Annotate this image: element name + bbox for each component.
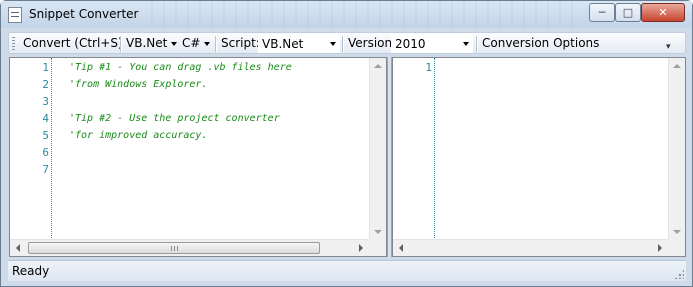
snippet-converter-window: Snippet Converter ─ □ ✕ Convert (Ctrl+S)… (0, 0, 693, 287)
conversion-options-button[interactable]: Conversion Options (482, 36, 599, 50)
code-line[interactable] (69, 93, 292, 110)
script-label: Script: (221, 36, 260, 50)
converted-code-editor[interactable]: 1 (392, 57, 686, 257)
minimize-button[interactable]: ─ (589, 3, 615, 22)
scroll-right-icon[interactable] (658, 244, 662, 252)
code-line[interactable] (69, 144, 292, 161)
maximize-button[interactable]: □ (615, 3, 641, 22)
status-bar: Ready (8, 260, 686, 281)
line-number-gutter: 1 (393, 58, 435, 240)
vertical-scrollbar[interactable] (668, 58, 685, 240)
chevron-down-icon (171, 41, 178, 46)
app-icon[interactable] (8, 7, 22, 23)
resize-grip-icon[interactable] (674, 269, 684, 279)
chevron-down-icon (463, 42, 469, 46)
version-select[interactable]: 2010 (391, 34, 473, 53)
target-language-value: C# (182, 36, 201, 50)
toolbar-separator (342, 36, 343, 52)
source-code-editor[interactable]: 1 2 3 4 5 6 7 'Tip #1 - You can drag .vb… (9, 57, 387, 257)
toolbar: Convert (Ctrl+S) VB.Net C# Script: VB.Ne… (8, 32, 686, 54)
chevron-down-icon (204, 41, 211, 46)
code-text[interactable]: 'Tip #1 - You can drag .vb files here 'f… (69, 59, 292, 178)
scrollbar-thumb[interactable] (28, 242, 320, 254)
chevron-down-icon (330, 42, 336, 46)
toolbar-separator (476, 36, 477, 52)
line-number: 3 (42, 95, 49, 108)
version-select-value: 2010 (395, 37, 426, 51)
scroll-down-icon[interactable] (673, 230, 681, 234)
status-text: Ready (12, 264, 50, 278)
script-select-value: VB.Net (262, 37, 304, 51)
line-number: 2 (42, 78, 49, 91)
line-number-gutter: 1 2 3 4 5 6 7 (10, 58, 52, 240)
line-number: 7 (42, 163, 49, 176)
scroll-down-icon[interactable] (374, 230, 382, 234)
script-select[interactable]: VB.Net (258, 34, 340, 53)
horizontal-scrollbar[interactable] (393, 239, 668, 256)
code-line[interactable]: 'Tip #1 - You can drag .vb files here (69, 59, 292, 76)
scroll-right-icon[interactable] (359, 244, 363, 252)
convert-button[interactable]: Convert (Ctrl+S) (23, 36, 123, 50)
toolbar-separator (120, 36, 121, 52)
line-number: 5 (42, 129, 49, 142)
code-line[interactable]: 'Tip #2 - Use the project converter (69, 110, 292, 127)
scroll-left-icon[interactable] (399, 244, 403, 252)
toolbar-separator (215, 36, 216, 52)
line-number: 6 (42, 146, 49, 159)
scroll-up-icon[interactable] (374, 64, 382, 68)
vertical-scrollbar[interactable] (369, 58, 386, 240)
version-label: Version: (348, 36, 397, 50)
line-number: 4 (42, 112, 49, 125)
source-language-dropdown[interactable]: VB.Net (126, 36, 178, 50)
line-number: 1 (425, 61, 432, 74)
toolbar-grip-icon[interactable] (12, 37, 15, 50)
title-bar[interactable]: Snippet Converter ─ □ ✕ (1, 1, 692, 28)
toolbar-overflow-icon[interactable]: ▾ (666, 42, 678, 54)
code-line[interactable]: 'for improved accuracy. (69, 127, 292, 144)
code-line[interactable]: 'from Windows Explorer. (69, 76, 292, 93)
source-language-value: VB.Net (126, 36, 168, 50)
title-bar-background-texture (141, 1, 581, 27)
scroll-up-icon[interactable] (673, 64, 681, 68)
window-title: Snippet Converter (29, 7, 139, 21)
line-number: 1 (42, 61, 49, 74)
horizontal-scrollbar[interactable] (10, 239, 369, 256)
code-line[interactable] (69, 161, 292, 178)
scrollbar-corner (668, 239, 685, 256)
scrollbar-corner (369, 239, 386, 256)
close-button[interactable]: ✕ (641, 3, 685, 22)
target-language-dropdown[interactable]: C# (182, 36, 211, 50)
scroll-left-icon[interactable] (16, 244, 20, 252)
